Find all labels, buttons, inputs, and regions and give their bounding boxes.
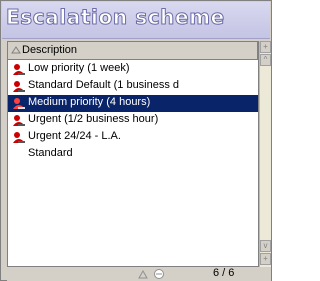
list-item-label: Standard Default (1 business d xyxy=(28,79,180,91)
title-bar: Escalation scheme xyxy=(2,2,270,39)
priority-icon xyxy=(13,132,25,143)
scroll-up-icon[interactable]: ^ xyxy=(260,54,271,66)
list-item[interactable]: Standard Default (1 business d xyxy=(8,78,258,95)
list-item-label: Standard xyxy=(28,147,73,159)
status-footer: 6 / 6 xyxy=(7,267,271,281)
escalation-list[interactable]: Description Low priority (1 week) Standa… xyxy=(7,41,259,267)
scroll-top-icon[interactable]: + xyxy=(260,41,271,53)
column-header-description[interactable]: Description xyxy=(8,42,258,60)
list-rows: Low priority (1 week) Standard Default (… xyxy=(8,61,258,163)
vertical-scrollbar[interactable]: + ^ v + xyxy=(259,41,271,267)
list-item[interactable]: Low priority (1 week) xyxy=(8,61,258,78)
list-item[interactable]: Urgent (1/2 business hour) xyxy=(8,112,258,129)
list-item[interactable]: Standard xyxy=(8,146,258,163)
scroll-down-icon[interactable]: v xyxy=(260,240,271,252)
list-item-label: Urgent (1/2 business hour) xyxy=(28,113,159,125)
priority-icon xyxy=(13,98,25,109)
record-count: 6 / 6 xyxy=(213,267,235,279)
filter-icon[interactable] xyxy=(153,268,165,280)
list-item[interactable]: Urgent 24/24 - L.A. xyxy=(8,129,258,146)
list-item-label: Medium priority (4 hours) xyxy=(28,96,151,108)
priority-icon xyxy=(13,81,25,92)
list-item-selected[interactable]: Medium priority (4 hours) xyxy=(8,95,258,112)
sort-triangle-icon xyxy=(11,46,21,54)
priority-icon xyxy=(13,115,25,126)
priority-icon xyxy=(13,64,25,75)
window-title: Escalation scheme xyxy=(6,5,225,30)
escalation-panel: Escalation scheme Description Low priori… xyxy=(0,0,272,281)
sort-triangle-icon[interactable] xyxy=(137,268,149,280)
column-header-label: Description xyxy=(22,44,78,56)
list-item-label: Low priority (1 week) xyxy=(28,62,130,74)
scroll-bottom-icon[interactable]: + xyxy=(260,253,271,265)
list-item-label: Urgent 24/24 - L.A. xyxy=(28,130,121,142)
